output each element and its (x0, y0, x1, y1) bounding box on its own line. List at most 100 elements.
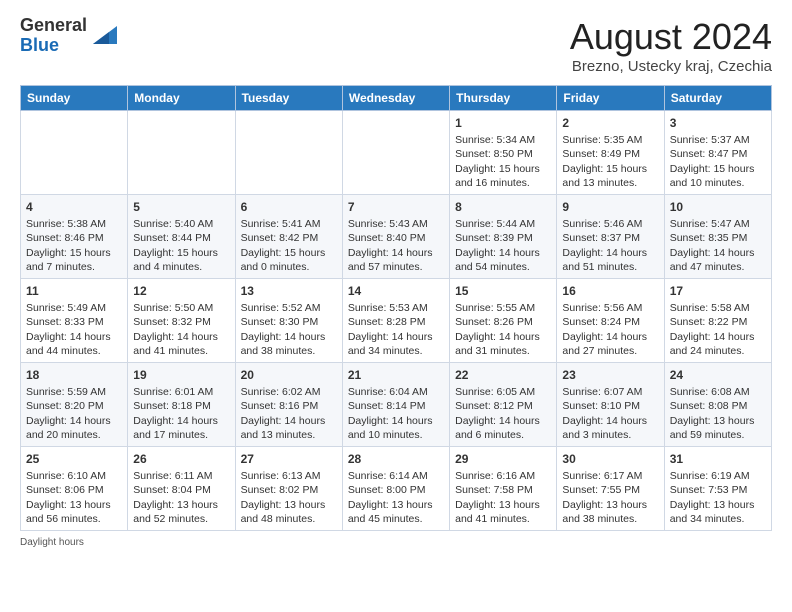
day-info: Sunrise: 5:44 AM Sunset: 8:39 PM Dayligh… (455, 218, 540, 273)
calendar-cell: 20 Sunrise: 6:02 AM Sunset: 8:16 PM Dayli… (235, 363, 342, 447)
calendar-cell: 13 Sunrise: 5:52 AM Sunset: 8:30 PM Dayli… (235, 279, 342, 363)
day-info: Sunrise: 6:10 AM Sunset: 8:06 PM Dayligh… (26, 470, 111, 525)
day-number: 23 (562, 367, 658, 383)
calendar-cell: 8 Sunrise: 5:44 AM Sunset: 8:39 PM Daylig… (450, 195, 557, 279)
day-number: 28 (348, 451, 444, 467)
day-info: Sunrise: 5:53 AM Sunset: 8:28 PM Dayligh… (348, 302, 433, 357)
calendar-week: 1Sunrise: 5:34 AM Sunset: 8:50 PM Daylig… (21, 111, 772, 195)
day-info: Sunrise: 5:59 AM Sunset: 8:20 PM Dayligh… (26, 386, 111, 441)
day-info: Sunrise: 5:47 AM Sunset: 8:35 PM Dayligh… (670, 218, 755, 273)
day-number: 26 (133, 451, 229, 467)
day-info: Sunrise: 5:49 AM Sunset: 8:33 PM Dayligh… (26, 302, 111, 357)
day-number: 13 (241, 283, 337, 299)
calendar-cell: 7Sunrise: 5:43 AM Sunset: 8:40 PM Daylig… (342, 195, 449, 279)
month-title: August 2024 (570, 16, 772, 58)
logo-blue: Blue (20, 35, 59, 55)
location: Brezno, Ustecky kraj, Czechia (570, 58, 772, 75)
calendar-cell: 23Sunrise: 6:07 AM Sunset: 8:10 PM Dayli… (557, 363, 664, 447)
day-number: 2 (562, 115, 658, 131)
day-header: Tuesday (235, 86, 342, 111)
day-number: 4 (26, 199, 122, 215)
day-number: 8 (455, 199, 551, 215)
calendar-cell: 14 Sunrise: 5:53 AM Sunset: 8:28 PM Dayli… (342, 279, 449, 363)
calendar-cell: 3Sunrise: 5:37 AM Sunset: 8:47 PM Daylig… (664, 111, 771, 195)
day-header: Saturday (664, 86, 771, 111)
calendar-cell: 4 Sunrise: 5:38 AM Sunset: 8:46 PM Daylig… (21, 195, 128, 279)
day-info: Sunrise: 6:14 AM Sunset: 8:00 PM Dayligh… (348, 470, 433, 525)
day-number: 6 (241, 199, 337, 215)
calendar-table: SundayMondayTuesdayWednesdayThursdayFrid… (20, 85, 772, 531)
day-number: 20 (241, 367, 337, 383)
calendar-week: 4 Sunrise: 5:38 AM Sunset: 8:46 PM Daylig… (21, 195, 772, 279)
calendar-cell: 17Sunrise: 5:58 AM Sunset: 8:22 PM Dayli… (664, 279, 771, 363)
calendar-cell: 2 Sunrise: 5:35 AM Sunset: 8:49 PM Daylig… (557, 111, 664, 195)
day-number: 25 (26, 451, 122, 467)
day-number: 18 (26, 367, 122, 383)
calendar-cell: 25 Sunrise: 6:10 AM Sunset: 8:06 PM Dayli… (21, 447, 128, 531)
day-info: Sunrise: 5:50 AM Sunset: 8:32 PM Dayligh… (133, 302, 218, 357)
calendar-cell: 6Sunrise: 5:41 AM Sunset: 8:42 PM Daylig… (235, 195, 342, 279)
calendar-week: 25 Sunrise: 6:10 AM Sunset: 8:06 PM Dayli… (21, 447, 772, 531)
calendar-cell: 12Sunrise: 5:50 AM Sunset: 8:32 PM Dayli… (128, 279, 235, 363)
day-info: Sunrise: 5:46 AM Sunset: 8:37 PM Dayligh… (562, 218, 647, 273)
day-header: Monday (128, 86, 235, 111)
day-info: Sunrise: 5:55 AM Sunset: 8:26 PM Dayligh… (455, 302, 540, 357)
logo-text: General Blue (20, 16, 87, 56)
calendar-cell: 5 Sunrise: 5:40 AM Sunset: 8:44 PM Daylig… (128, 195, 235, 279)
day-number: 30 (562, 451, 658, 467)
calendar-cell: 10 Sunrise: 5:47 AM Sunset: 8:35 PM Dayli… (664, 195, 771, 279)
day-number: 7 (348, 199, 444, 215)
day-number: 31 (670, 451, 766, 467)
day-info: Sunrise: 5:38 AM Sunset: 8:46 PM Dayligh… (26, 218, 111, 273)
day-info: Sunrise: 6:17 AM Sunset: 7:55 PM Dayligh… (562, 470, 647, 525)
calendar-cell: 9 Sunrise: 5:46 AM Sunset: 8:37 PM Daylig… (557, 195, 664, 279)
calendar-cell: 29 Sunrise: 6:16 AM Sunset: 7:58 PM Dayli… (450, 447, 557, 531)
day-number: 24 (670, 367, 766, 383)
day-number: 3 (670, 115, 766, 131)
calendar-week: 11 Sunrise: 5:49 AM Sunset: 8:33 PM Dayli… (21, 279, 772, 363)
footer-note: Daylight hours (20, 537, 772, 548)
day-info: Sunrise: 6:16 AM Sunset: 7:58 PM Dayligh… (455, 470, 540, 525)
calendar-cell: 18 Sunrise: 5:59 AM Sunset: 8:20 PM Dayli… (21, 363, 128, 447)
day-info: Sunrise: 5:56 AM Sunset: 8:24 PM Dayligh… (562, 302, 647, 357)
day-info: Sunrise: 5:35 AM Sunset: 8:49 PM Dayligh… (562, 134, 647, 189)
calendar-cell: 27 Sunrise: 6:13 AM Sunset: 8:02 PM Dayli… (235, 447, 342, 531)
day-number: 29 (455, 451, 551, 467)
day-info: Sunrise: 5:52 AM Sunset: 8:30 PM Dayligh… (241, 302, 326, 357)
calendar-cell (235, 111, 342, 195)
calendar-cell (128, 111, 235, 195)
day-number: 16 (562, 283, 658, 299)
day-number: 9 (562, 199, 658, 215)
day-info: Sunrise: 6:01 AM Sunset: 8:18 PM Dayligh… (133, 386, 218, 441)
header: General Blue August 2024 Brezno, Ustecky… (20, 16, 772, 75)
day-info: Sunrise: 6:04 AM Sunset: 8:14 PM Dayligh… (348, 386, 433, 441)
day-info: Sunrise: 6:08 AM Sunset: 8:08 PM Dayligh… (670, 386, 755, 441)
calendar-cell: 21 Sunrise: 6:04 AM Sunset: 8:14 PM Dayli… (342, 363, 449, 447)
calendar-cell: 15 Sunrise: 5:55 AM Sunset: 8:26 PM Dayli… (450, 279, 557, 363)
day-number: 21 (348, 367, 444, 383)
calendar-cell: 28 Sunrise: 6:14 AM Sunset: 8:00 PM Dayli… (342, 447, 449, 531)
day-number: 27 (241, 451, 337, 467)
day-info: Sunrise: 6:02 AM Sunset: 8:16 PM Dayligh… (241, 386, 326, 441)
day-info: Sunrise: 6:05 AM Sunset: 8:12 PM Dayligh… (455, 386, 540, 441)
calendar-cell: 19Sunrise: 6:01 AM Sunset: 8:18 PM Dayli… (128, 363, 235, 447)
calendar-cell: 22Sunrise: 6:05 AM Sunset: 8:12 PM Dayli… (450, 363, 557, 447)
day-info: Sunrise: 5:40 AM Sunset: 8:44 PM Dayligh… (133, 218, 218, 273)
day-info: Sunrise: 5:34 AM Sunset: 8:50 PM Dayligh… (455, 134, 540, 189)
day-number: 15 (455, 283, 551, 299)
calendar-cell: 31 Sunrise: 6:19 AM Sunset: 7:53 PM Dayli… (664, 447, 771, 531)
page: General Blue August 2024 Brezno, Ustecky… (0, 0, 792, 560)
day-number: 10 (670, 199, 766, 215)
day-info: Sunrise: 6:11 AM Sunset: 8:04 PM Dayligh… (133, 470, 218, 525)
title-block: August 2024 Brezno, Ustecky kraj, Czechi… (570, 16, 772, 75)
day-number: 5 (133, 199, 229, 215)
day-header: Wednesday (342, 86, 449, 111)
day-number: 14 (348, 283, 444, 299)
calendar-week: 18 Sunrise: 5:59 AM Sunset: 8:20 PM Dayli… (21, 363, 772, 447)
day-number: 11 (26, 283, 122, 299)
day-info: Sunrise: 6:13 AM Sunset: 8:02 PM Dayligh… (241, 470, 326, 525)
day-header: Friday (557, 86, 664, 111)
calendar-cell: 26 Sunrise: 6:11 AM Sunset: 8:04 PM Dayli… (128, 447, 235, 531)
day-header: Thursday (450, 86, 557, 111)
day-info: Sunrise: 6:19 AM Sunset: 7:53 PM Dayligh… (670, 470, 755, 525)
